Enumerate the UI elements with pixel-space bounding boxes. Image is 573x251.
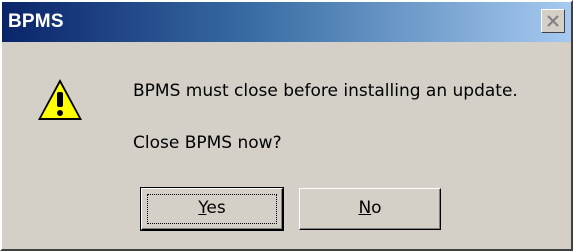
no-button-label: No xyxy=(358,198,382,218)
close-x-icon xyxy=(547,15,559,27)
message-line-2: Close BPMS now? xyxy=(133,133,282,153)
warning-icon xyxy=(38,79,82,120)
title-bar[interactable]: BPMS xyxy=(2,2,571,42)
window-title: BPMS xyxy=(8,11,64,32)
yes-button-label: Yes xyxy=(198,198,226,218)
update-dialog: BPMS BPMS must close before installing a… xyxy=(0,0,573,251)
close-button[interactable] xyxy=(541,9,565,33)
no-button[interactable]: No xyxy=(299,188,441,230)
yes-button[interactable]: Yes xyxy=(140,187,284,231)
message-line-1: BPMS must close before installing an upd… xyxy=(133,81,518,101)
